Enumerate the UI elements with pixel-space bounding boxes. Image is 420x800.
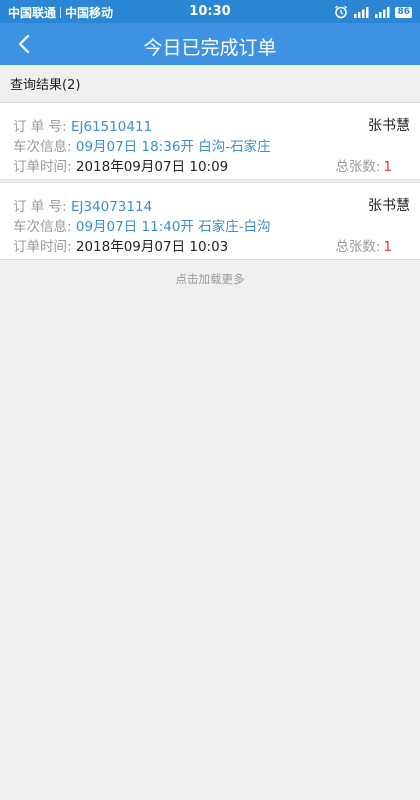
order-time-row: 订单时间: 2018年09月07日 10:03 xyxy=(13,235,228,255)
order-time-label: 订单时间: xyxy=(13,159,72,175)
total-tickets: 总张数: 1 xyxy=(335,235,392,255)
signal-icon xyxy=(374,6,390,18)
train-info-row: 车次信息: 09月07日 18:36开 白沟-石家庄 xyxy=(13,135,271,155)
nav-bar: 今日已完成订单 xyxy=(0,23,420,65)
signal-4g-icon xyxy=(353,6,369,18)
battery-icon: 86 xyxy=(395,6,412,18)
order-time: 2018年09月07日 10:03 xyxy=(75,239,229,255)
status-icons: 86 xyxy=(334,4,412,20)
order-card[interactable]: 订 单 号: EJ61510411 张书慧 车次信息: 09月07日 18:36… xyxy=(0,102,420,180)
result-count-label: 查询结果(2) xyxy=(10,78,81,93)
order-number-row: 订 单 号: EJ61510411 xyxy=(13,115,152,135)
page-title: 今日已完成订单 xyxy=(143,37,277,59)
order-card[interactable]: 订 单 号: EJ34073114 张书慧 车次信息: 09月07日 11:40… xyxy=(0,182,420,260)
passenger-name: 张书慧 xyxy=(368,198,410,214)
order-number-label: 订 单 号: xyxy=(13,119,67,135)
train-info: 09月07日 18:36开 白沟-石家庄 xyxy=(75,139,271,155)
passenger-name: 张书慧 xyxy=(368,118,410,134)
total-tickets-count: 1 xyxy=(383,159,392,175)
total-tickets-label: 总张数: xyxy=(335,239,381,255)
train-info-label: 车次信息: xyxy=(13,139,72,155)
alarm-icon xyxy=(334,5,348,19)
status-bar: 中国联通 中国移动 10:30 86 xyxy=(0,0,420,23)
order-time-row: 订单时间: 2018年09月07日 10:09 xyxy=(13,155,228,175)
total-tickets-count: 1 xyxy=(383,239,392,255)
total-tickets-label: 总张数: xyxy=(335,159,381,175)
order-number: EJ61510411 xyxy=(70,119,153,135)
order-number-row: 订 单 号: EJ34073114 xyxy=(13,195,152,215)
train-info: 09月07日 11:40开 石家庄-白沟 xyxy=(75,219,271,235)
total-tickets: 总张数: 1 xyxy=(335,155,392,175)
train-info-row: 车次信息: 09月07日 11:40开 石家庄-白沟 xyxy=(13,215,271,235)
order-number-label: 订 单 号: xyxy=(13,199,67,215)
order-number: EJ34073114 xyxy=(70,199,153,215)
load-more-button[interactable]: 点击加载更多 xyxy=(0,271,420,287)
order-time-label: 订单时间: xyxy=(13,239,72,255)
result-count-header: 查询结果(2) xyxy=(0,65,420,101)
train-info-label: 车次信息: xyxy=(13,219,72,235)
order-time: 2018年09月07日 10:09 xyxy=(75,159,229,175)
